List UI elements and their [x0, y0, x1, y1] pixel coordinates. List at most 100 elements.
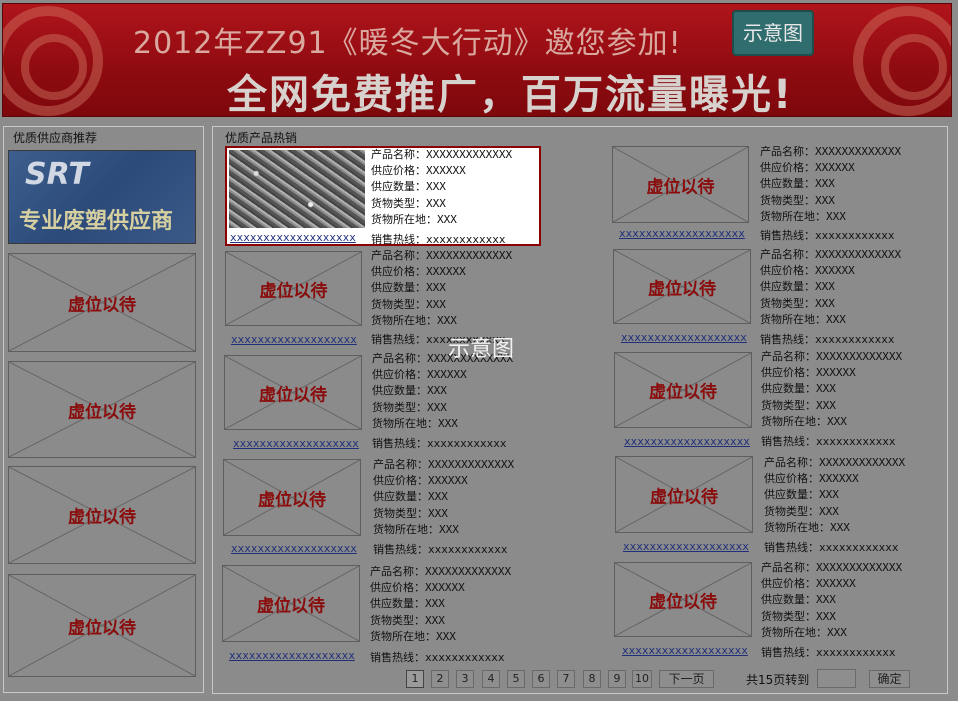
- placeholder-text: 虚位以待: [257, 596, 325, 616]
- product-image-placeholder[interactable]: 虚位以待: [223, 459, 361, 536]
- product-price: 供应价格：XXXXXX: [371, 164, 466, 178]
- placeholder-text: 虚位以待: [68, 507, 136, 528]
- product-price: 供应价格：XXXXXX: [760, 264, 855, 278]
- product-image-placeholder[interactable]: 虚位以待: [225, 251, 362, 326]
- product-link[interactable]: xxxxxxxxxxxxxxxxxxx: [619, 227, 745, 240]
- product-link[interactable]: xxxxxxxxxxxxxxxxxxx: [229, 649, 355, 662]
- banner-subheadline: 全网免费推广，百万流量曝光!: [227, 72, 794, 117]
- product-quantity: 供应数量：XXX: [760, 280, 835, 294]
- sample-overlay-label: 示意图: [448, 337, 515, 362]
- page-button-4[interactable]: 4: [482, 670, 500, 688]
- goto-page-input[interactable]: [817, 669, 856, 688]
- product-link[interactable]: xxxxxxxxxxxxxxxxxxx: [231, 542, 357, 555]
- placeholder-text: 虚位以待: [648, 279, 716, 299]
- product-hotline: 销售热线：xxxxxxxxxxxx: [761, 435, 896, 448]
- product-hotline: 销售热线：xxxxxxxxxxxx: [370, 651, 505, 664]
- product-location: 货物所在地：XXX: [761, 625, 847, 639]
- page-button-3[interactable]: 3: [456, 670, 474, 688]
- page-button-1[interactable]: 1: [406, 670, 424, 688]
- confirm-button[interactable]: 确定: [869, 670, 910, 688]
- product-name: 产品名称：XXXXXXXXXXXXX: [764, 456, 906, 469]
- placeholder-text: 虚位以待: [650, 487, 718, 507]
- product-info: 产品名称：XXXXXXXXXXXXX 供应价格：XXXXXX 供应数量：XXX …: [761, 349, 902, 430]
- placeholder-text: 虚位以待: [68, 295, 136, 315]
- page-button-9[interactable]: 9: [608, 670, 626, 688]
- product-photo-plastic-granules[interactable]: [229, 150, 365, 228]
- supplier-ad-slot[interactable]: 虚位以待: [8, 253, 196, 352]
- page-button-8[interactable]: 8: [583, 670, 601, 688]
- product-hotline: 销售热线：xxxxxxxxxxxx: [760, 229, 895, 242]
- page-button-6[interactable]: 6: [532, 670, 550, 688]
- product-location: 货物所在地：XXX: [372, 416, 458, 430]
- srt-slogan: 专业废塑供应商: [19, 209, 174, 234]
- product-image-placeholder[interactable]: 虚位以待: [222, 565, 360, 642]
- supplier-ad-slot[interactable]: 虚位以待: [8, 466, 196, 564]
- product-type: 货物类型：XXX: [371, 196, 446, 210]
- product-link[interactable]: xxxxxxxxxxxxxxxxxxx: [624, 435, 750, 448]
- product-info: 产品名称：XXXXXXXXXXXXX 供应价格：XXXXXX 供应数量：XXX …: [373, 457, 514, 538]
- placeholder-text: 虚位以待: [649, 592, 717, 612]
- product-link[interactable]: xxxxxxxxxxxxxxxxxxx: [231, 333, 357, 346]
- product-info: 产品名称：XXXXXXXXXXXXX 供应价格：XXXXXX 供应数量：XXX …: [761, 560, 902, 641]
- product-hotline: 销售热线：xxxxxxxxxxxx: [371, 233, 506, 246]
- product-name: 产品名称：XXXXXXXXXXXXX: [371, 249, 513, 262]
- product-name: 产品名称：XXXXXXXXXXXXX: [371, 148, 513, 161]
- supplier-ad-slot[interactable]: 虚位以待: [8, 574, 196, 677]
- page-button-5[interactable]: 5: [507, 670, 525, 688]
- product-link[interactable]: xxxxxxxxxxxxxxxxxxx: [623, 540, 749, 553]
- product-hotline: 销售热线：xxxxxxxxxxxx: [372, 437, 507, 450]
- product-type: 货物类型：XXX: [764, 504, 839, 518]
- placeholder-text: 虚位以待: [259, 281, 328, 301]
- srt-logo: SRT: [25, 157, 89, 192]
- product-info: 产品名称：XXXXXXXXXXXXX 供应价格：XXXXXX 供应数量：XXX …: [764, 455, 905, 536]
- placeholder-text: 虚位以待: [259, 385, 327, 405]
- product-image-placeholder[interactable]: 虚位以待: [614, 352, 752, 428]
- product-link[interactable]: xxxxxxxxxxxxxxxxxxx: [230, 231, 356, 244]
- product-price: 供应价格：XXXXXX: [761, 366, 856, 380]
- srt-supplier-ad[interactable]: SRT 专业废塑供应商: [8, 150, 196, 244]
- supplier-ad-slot[interactable]: 虚位以待: [8, 361, 196, 458]
- page-button-7[interactable]: 7: [557, 670, 575, 688]
- product-type: 货物类型：XXX: [371, 297, 446, 311]
- product-hotline: 销售热线：xxxxxxxxxxxx: [761, 646, 896, 659]
- product-image-placeholder[interactable]: 虚位以待: [613, 249, 751, 324]
- product-name: 产品名称：XXXXXXXXXXXXX: [373, 458, 515, 471]
- product-link[interactable]: xxxxxxxxxxxxxxxxxxx: [233, 437, 359, 450]
- promo-banner[interactable]: 2012年ZZ91《暖冬大行动》邀您参加! 全网免费推广，百万流量曝光! 示意图: [2, 3, 952, 117]
- next-page-button[interactable]: 下一页: [659, 670, 714, 688]
- product-location: 货物所在地：XXX: [370, 629, 456, 643]
- cloud-swirl-left: [3, 6, 103, 116]
- product-price: 供应价格：XXXXXX: [760, 161, 855, 175]
- cloud-swirl-right: [853, 6, 951, 116]
- banner-headline: 2012年ZZ91《暖冬大行动》邀您参加!: [133, 26, 682, 61]
- placeholder-text: 虚位以待: [258, 490, 326, 510]
- product-image-placeholder[interactable]: 虚位以待: [615, 456, 753, 533]
- product-quantity: 供应数量：XXX: [761, 593, 836, 607]
- product-quantity: 供应数量：XXX: [373, 490, 448, 504]
- product-price: 供应价格：XXXXXX: [373, 474, 468, 488]
- product-quantity: 供应数量：XXX: [761, 382, 836, 396]
- product-hotline: 销售热线：xxxxxxxxxxxx: [760, 333, 895, 346]
- product-image-placeholder[interactable]: 虚位以待: [612, 146, 749, 223]
- page-button-10[interactable]: 10: [632, 670, 652, 688]
- placeholder-text: 虚位以待: [646, 177, 715, 197]
- product-quantity: 供应数量：XXX: [371, 281, 446, 295]
- product-image-placeholder[interactable]: 虚位以待: [224, 355, 362, 430]
- supplier-panel-title: 优质供应商推荐: [13, 131, 98, 145]
- page-button-2[interactable]: 2: [431, 670, 449, 688]
- product-name: 产品名称：XXXXXXXXXXXXX: [761, 561, 903, 574]
- product-image-placeholder[interactable]: 虚位以待: [614, 562, 752, 637]
- product-link[interactable]: xxxxxxxxxxxxxxxxxxx: [622, 644, 748, 657]
- product-type: 货物类型：XXX: [373, 506, 448, 520]
- product-type: 货物类型：XXX: [372, 400, 447, 414]
- product-name: 产品名称：XXXXXXXXXXXXX: [760, 248, 902, 261]
- product-info: 产品名称：XXXXXXXXXXXXX 供应价格：XXXXXX 供应数量：XXX …: [760, 247, 901, 328]
- product-hotline: 销售热线：xxxxxxxxxxxx: [373, 543, 508, 556]
- product-hotline: 销售热线：xxxxxxxxxxxx: [764, 541, 899, 554]
- product-link[interactable]: xxxxxxxxxxxxxxxxxxx: [621, 331, 747, 344]
- product-type: 货物类型：XXX: [760, 193, 835, 207]
- product-location: 货物所在地：XXX: [760, 312, 846, 326]
- product-price: 供应价格：XXXXXX: [761, 577, 856, 591]
- product-location: 货物所在地：XXX: [373, 522, 459, 536]
- product-type: 货物类型：XXX: [370, 613, 445, 627]
